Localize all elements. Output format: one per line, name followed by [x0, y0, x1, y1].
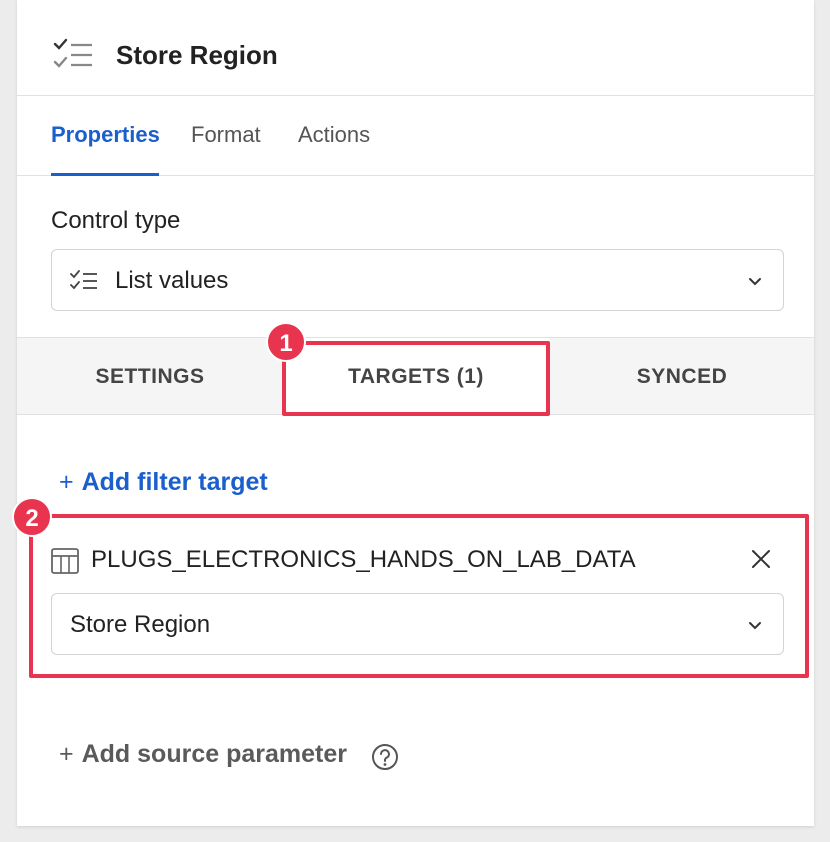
subtab-settings[interactable]: SETTINGS	[17, 338, 283, 414]
list-check-icon	[53, 38, 92, 68]
annotation-badge-1: 1	[266, 322, 306, 362]
control-type-select[interactable]: List values	[51, 249, 784, 311]
add-source-parameter-label: Add source parameter	[81, 740, 347, 768]
add-filter-target-button[interactable]: + Add filter target	[59, 468, 268, 497]
tab-properties[interactable]: Properties	[51, 122, 160, 176]
tab-actions[interactable]: Actions	[298, 122, 370, 176]
add-filter-target-label: Add filter target	[81, 468, 268, 496]
tab-format[interactable]: Format	[191, 122, 261, 176]
annotation-badge-2: 2	[12, 497, 52, 537]
list-check-icon	[70, 270, 97, 290]
plus-icon: +	[59, 740, 74, 768]
page-title: Store Region	[116, 40, 278, 70]
add-source-parameter-button[interactable]: + Add source parameter	[59, 740, 347, 769]
panel-header: Store Region	[17, 0, 814, 96]
control-type-value: List values	[115, 267, 229, 294]
chevron-down-icon	[749, 278, 761, 286]
annotation-box-2	[29, 514, 809, 678]
plus-icon: +	[59, 468, 74, 496]
annotation-box-1	[282, 341, 550, 416]
control-type-label: Control type	[51, 207, 181, 234]
subtab-synced[interactable]: SYNCED	[549, 338, 815, 414]
help-icon[interactable]	[371, 743, 399, 771]
tab-bar: Properties Format Actions	[17, 96, 814, 176]
